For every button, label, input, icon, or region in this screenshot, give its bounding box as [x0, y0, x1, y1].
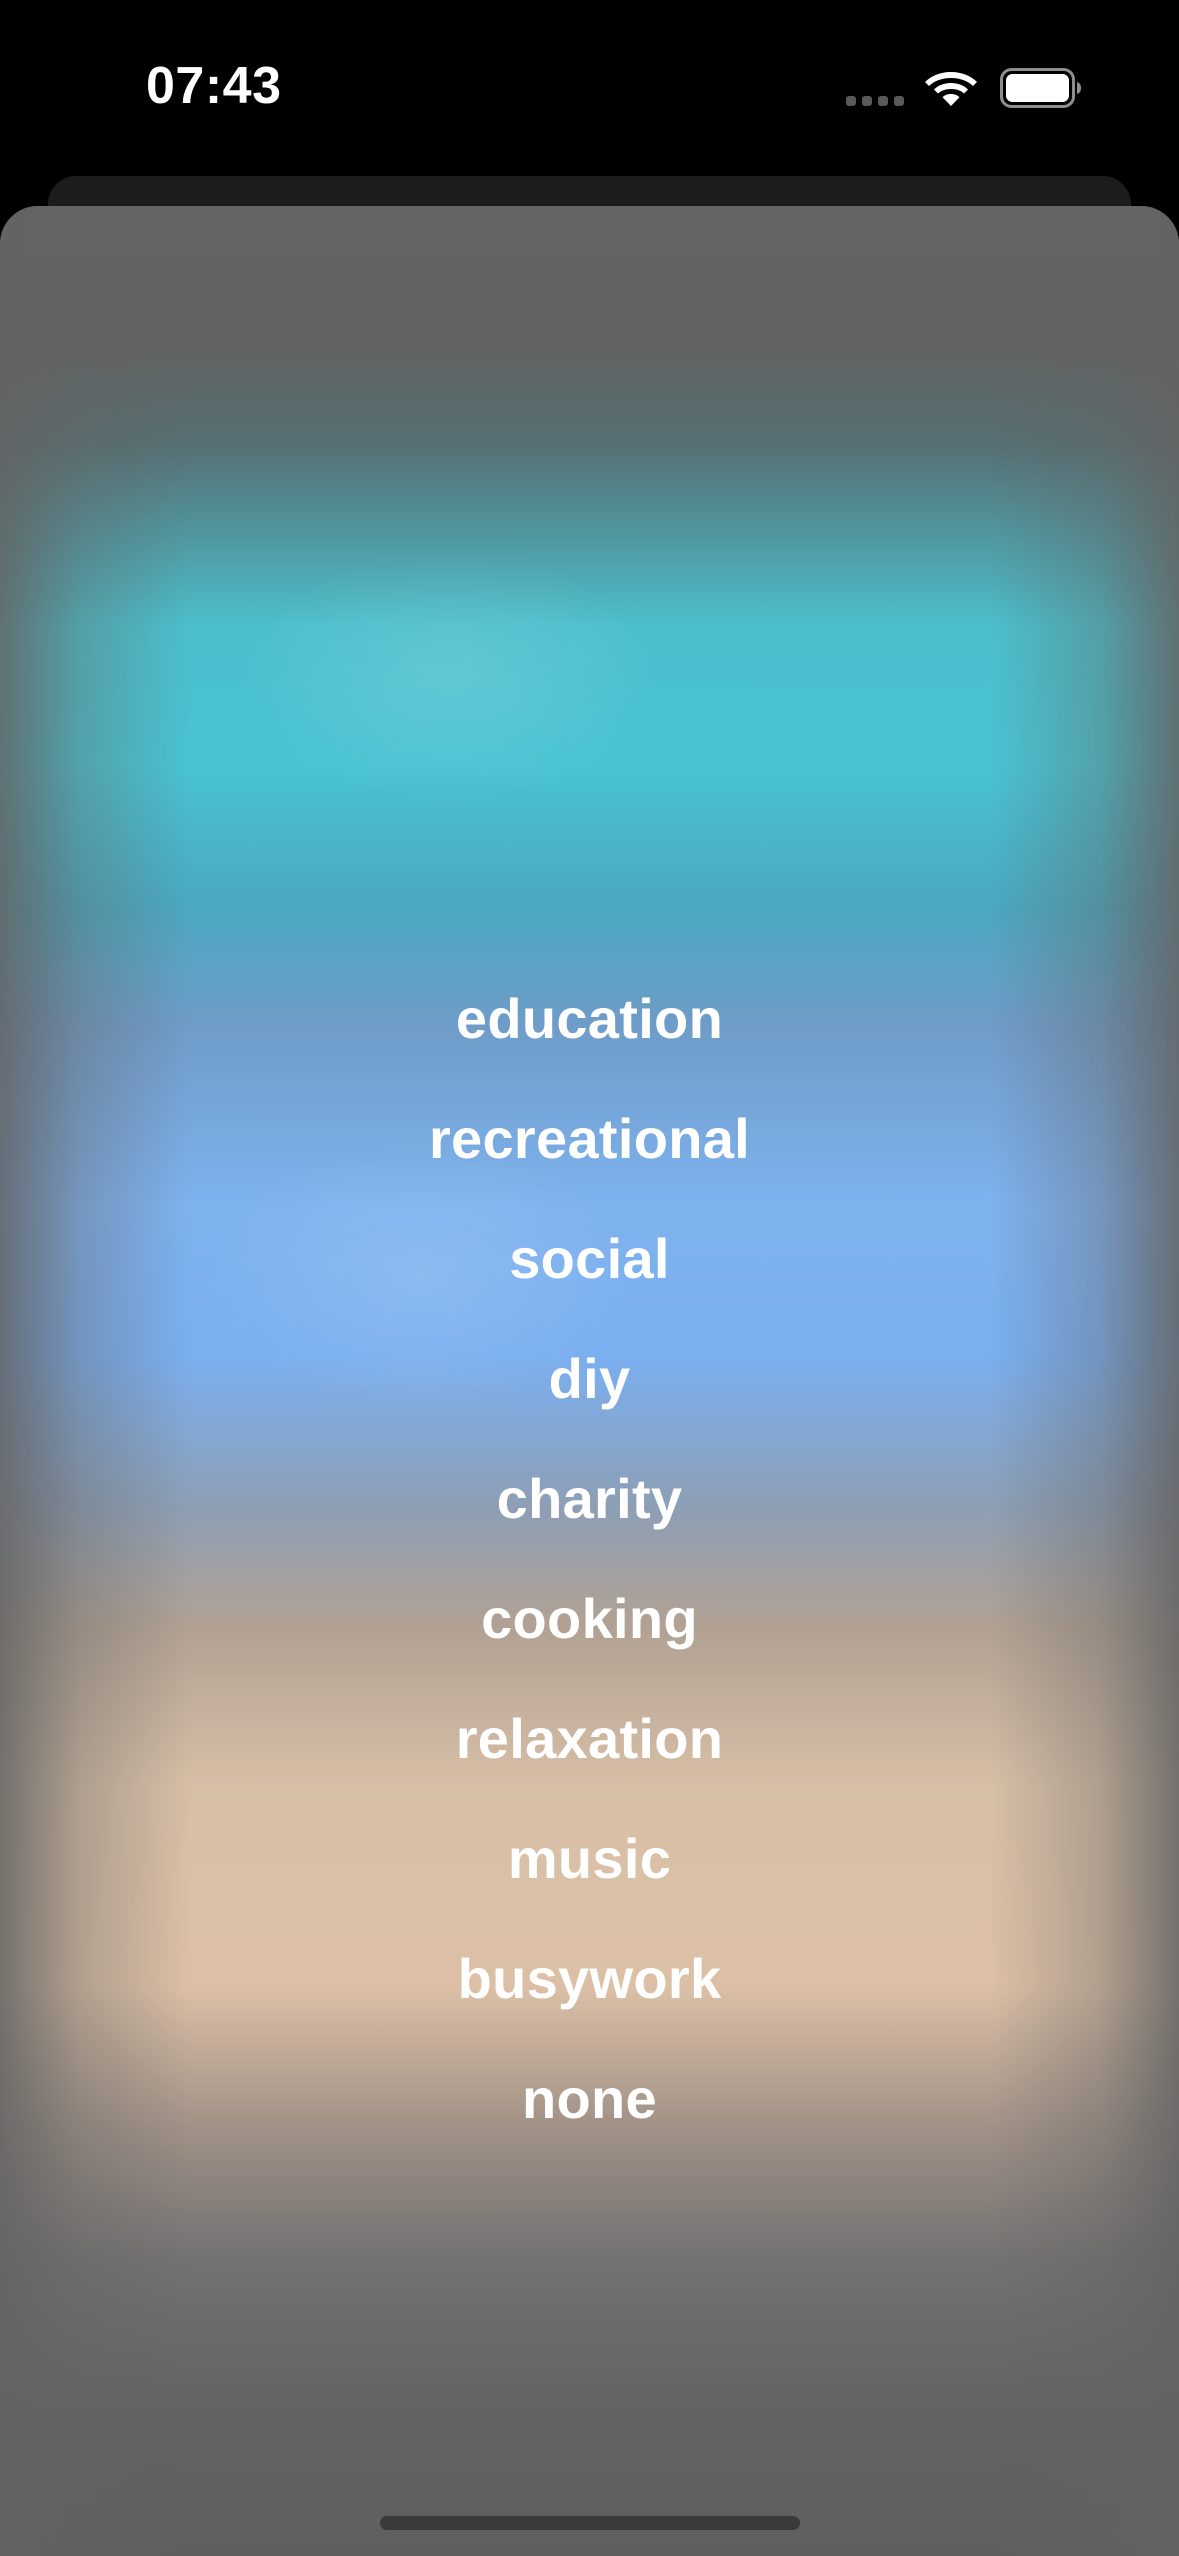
category-list: education recreational social diy charit…	[0, 958, 1179, 2158]
category-item-recreational[interactable]: recreational	[0, 1078, 1179, 1198]
status-bar: 07:43	[0, 0, 1179, 170]
category-item-diy[interactable]: diy	[0, 1318, 1179, 1438]
battery-icon	[1000, 68, 1081, 108]
category-item-none[interactable]: none	[0, 2038, 1179, 2158]
signal-dots-icon	[846, 96, 904, 106]
category-item-cooking[interactable]: cooking	[0, 1558, 1179, 1678]
home-indicator[interactable]	[380, 2516, 800, 2530]
wifi-icon	[925, 72, 977, 106]
status-time: 07:43	[146, 57, 282, 115]
category-item-relaxation[interactable]: relaxation	[0, 1678, 1179, 1798]
category-item-social[interactable]: social	[0, 1198, 1179, 1318]
screen: 07:43 education recreational social diy …	[0, 0, 1179, 2556]
category-item-busywork[interactable]: busywork	[0, 1918, 1179, 2038]
category-item-charity[interactable]: charity	[0, 1438, 1179, 1558]
category-item-music[interactable]: music	[0, 1798, 1179, 1918]
background-highlight	[240, 546, 660, 806]
category-item-education[interactable]: education	[0, 958, 1179, 1078]
